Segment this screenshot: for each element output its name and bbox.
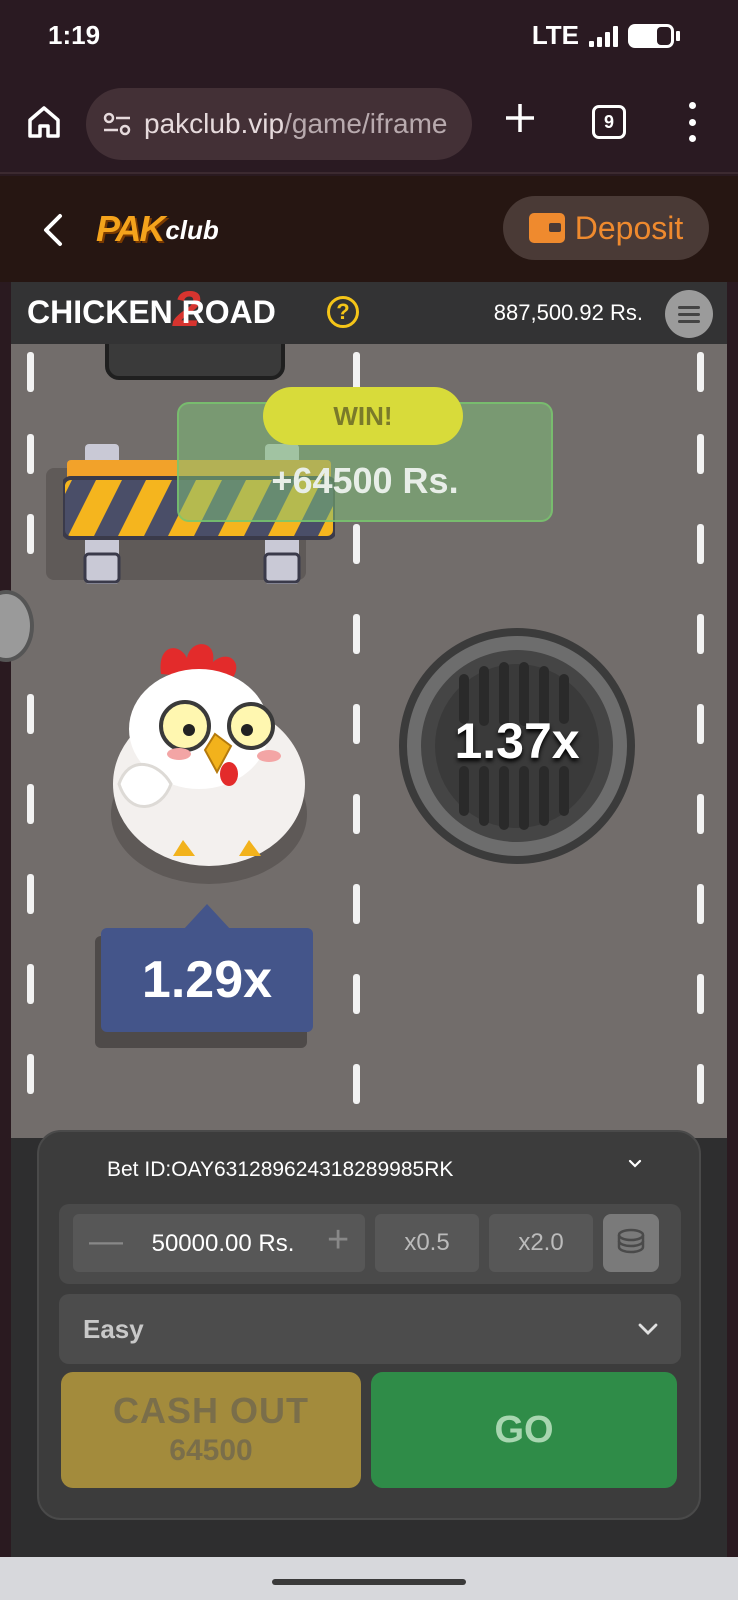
url-host: pakclub.vip: [144, 108, 285, 139]
signal-icon: [589, 25, 618, 47]
cash-out-amount: 64500: [169, 1434, 253, 1467]
lane-line: [27, 514, 34, 554]
browser-toolbar: pakclub.vip/game/iframe 9: [0, 74, 738, 174]
lane-line: [353, 352, 360, 392]
stake-row: — 50000.00 Rs. + x0.5 x2.0: [59, 1204, 681, 1284]
lane-line: [27, 1054, 34, 1094]
url-path: /game/iframe: [284, 108, 448, 139]
tabs-icon[interactable]: 9: [592, 105, 626, 139]
lane-line: [353, 614, 360, 654]
bet-panel: Bet ID:OAY631289624318289985RK — 50000.0…: [37, 1130, 701, 1520]
cash-out-label: CASH OUT: [113, 1390, 309, 1431]
lane-line: [697, 1064, 704, 1104]
lane-line: [697, 884, 704, 924]
game-frame: 2 CHICKEN ROAD ? 887,500.92 Rs. 1.37x 1.…: [11, 282, 727, 1557]
game-title: 2 CHICKEN ROAD: [27, 282, 276, 337]
new-tab-plus-icon[interactable]: [500, 98, 540, 142]
lane-line: [697, 434, 704, 474]
deposit-button[interactable]: Deposit: [503, 196, 709, 260]
stake-minus-button[interactable]: —: [89, 1224, 123, 1260]
kebab-menu-icon[interactable]: [684, 102, 700, 142]
difficulty-value: Easy: [83, 1314, 144, 1344]
manhole-multiplier[interactable]: 1.37x: [397, 712, 637, 770]
chicken-character: [113, 644, 305, 866]
lane-line: [353, 1064, 360, 1104]
lane-line: [27, 874, 34, 914]
site-header: PAK club Deposit: [0, 176, 738, 282]
back-icon[interactable]: [36, 210, 70, 250]
game-topbar: 2 CHICKEN ROAD ? 887,500.92 Rs.: [11, 282, 727, 344]
stake-input[interactable]: 50000.00 Rs.: [133, 1230, 313, 1258]
lane-line: [353, 884, 360, 924]
gesture-handle[interactable]: [272, 1579, 466, 1585]
lane-line: [353, 794, 360, 834]
tune-icon[interactable]: [102, 110, 132, 138]
logo-club: club: [165, 215, 219, 245]
system-nav-bar: [0, 1557, 738, 1600]
logo-pak: PAK: [96, 208, 165, 249]
balance: 887,500.92 Rs.: [493, 300, 643, 325]
win-label: WIN!: [263, 387, 463, 445]
address-bar[interactable]: pakclub.vip/game/iframe: [86, 88, 472, 160]
multiplier-pointer: [183, 904, 231, 930]
url-text: pakclub.vip/game/iframe: [144, 108, 464, 140]
network-type: LTE: [531, 20, 579, 50]
stake-plus-button[interactable]: +: [327, 1221, 357, 1262]
stake-stepper: — 50000.00 Rs. +: [73, 1214, 365, 1272]
wallet-icon: [528, 213, 565, 243]
lane-line: [27, 434, 34, 474]
pakclub-logo[interactable]: PAK club: [96, 204, 219, 250]
double-stake-button[interactable]: x2.0: [489, 1214, 593, 1272]
lane-line: [27, 352, 34, 392]
difficulty-select[interactable]: Easy: [59, 1294, 681, 1364]
current-multiplier: 1.29x: [101, 928, 313, 1032]
cash-out-button[interactable]: CASH OUT 64500: [61, 1372, 361, 1488]
bet-id: Bet ID:OAY631289624318289985RK: [107, 1158, 454, 1181]
lane-line: [27, 784, 34, 824]
status-time: 1:19: [48, 20, 101, 50]
game-title-text: CHICKEN ROAD: [27, 294, 276, 330]
chevron-down-icon: [637, 1318, 659, 1340]
chevron-down-icon[interactable]: [627, 1156, 643, 1172]
road: 1.37x 1.29x WIN! +64500 Rs.: [11, 344, 727, 1138]
lane-line: [697, 524, 704, 564]
lane-line: [353, 974, 360, 1014]
car: [105, 344, 285, 380]
status-indicators: LTE: [531, 20, 680, 51]
lane-line: [27, 964, 34, 1004]
deposit-label: Deposit: [574, 209, 684, 246]
bet-id-row[interactable]: Bet ID:OAY631289624318289985RK: [39, 1132, 699, 1202]
half-stake-button[interactable]: x0.5: [375, 1214, 479, 1272]
lane-line: [697, 974, 704, 1014]
lane-line: [697, 794, 704, 834]
lane-line: [27, 694, 34, 734]
status-bar: 1:19 LTE: [0, 0, 738, 74]
lane-line: [697, 352, 704, 392]
screen: 1:19 LTE pakclub.vip/game/iframe 9 PAK c…: [0, 0, 738, 1600]
battery-icon: [628, 23, 680, 48]
lane-line: [353, 704, 360, 744]
lane-line: [697, 614, 704, 654]
help-icon[interactable]: ?: [327, 296, 359, 328]
lane-line: [353, 524, 360, 564]
win-amount: +64500 Rs.: [271, 460, 459, 501]
go-button[interactable]: GO: [371, 1372, 677, 1488]
coins-icon[interactable]: [603, 1214, 659, 1272]
home-icon[interactable]: [24, 102, 64, 142]
menu-icon[interactable]: [665, 290, 713, 338]
lane-line: [697, 704, 704, 744]
